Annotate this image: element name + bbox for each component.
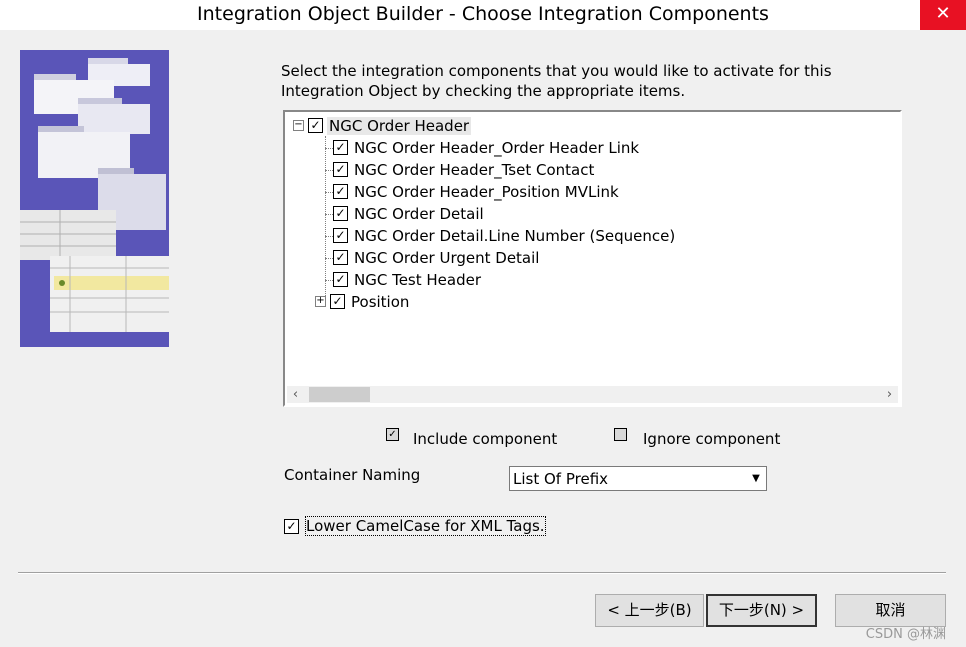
wizard-illustration [20, 50, 169, 347]
tree-node[interactable]: ✓ NGC Order Header_Position MVLink [333, 181, 621, 203]
tree-node-label: NGC Order Urgent Detail [354, 249, 540, 267]
next-button[interactable]: 下一步(N) > [706, 594, 817, 627]
window-title: Integration Object Builder - Choose Inte… [197, 3, 769, 25]
scroll-thumb[interactable] [309, 387, 370, 402]
checkbox[interactable]: ✓ [333, 228, 348, 243]
tree-node[interactable]: ✓ NGC Test Header [333, 269, 483, 291]
tree-node-label: NGC Order Header_Order Header Link [354, 139, 640, 157]
checkbox[interactable]: ✓ [330, 294, 345, 309]
checkbox[interactable]: ✓ [333, 140, 348, 155]
expand-icon[interactable]: + [315, 296, 326, 307]
tree-node-label: NGC Order Header_Position MVLink [354, 183, 619, 201]
tree-node-label: Position [351, 293, 410, 311]
scroll-right-button[interactable]: › [881, 386, 898, 403]
checkbox[interactable]: ✓ [333, 206, 348, 221]
include-legend-label: Include component [413, 430, 558, 448]
close-button[interactable]: ✕ [920, 0, 966, 30]
tree-connector [325, 214, 333, 215]
scroll-left-button[interactable]: ‹ [287, 386, 304, 403]
checkbox[interactable]: ✓ [333, 272, 348, 287]
checkbox[interactable]: ✓ [333, 184, 348, 199]
tree-node[interactable]: + ✓ Position [315, 291, 411, 313]
tree-connector [325, 148, 333, 149]
tree-node-label: NGC Order Detail [354, 205, 484, 223]
checkbox[interactable]: ✓ [333, 250, 348, 265]
collapse-icon[interactable]: − [293, 120, 304, 131]
close-icon: ✕ [935, 3, 951, 24]
camelcase-checkbox[interactable]: ✓ [284, 519, 299, 534]
tree-node[interactable]: ✓ NGC Order Header_Tset Contact [333, 159, 596, 181]
watermark: CSDN @林渊 [865, 627, 946, 642]
tree-node-label: NGC Test Header [354, 271, 482, 289]
tree-connector [325, 236, 333, 237]
camelcase-label[interactable]: Lower CamelCase for XML Tags. [305, 516, 546, 536]
container-naming-select[interactable]: List Of Prefix ▼ [509, 466, 767, 491]
tree-node[interactable]: ✓ NGC Order Detail.Line Number (Sequence) [333, 225, 677, 247]
instructions-text: Select the integration components that y… [281, 62, 832, 100]
tree-node[interactable]: ✓ NGC Order Header_Order Header Link [333, 137, 641, 159]
chevron-right-icon: › [886, 387, 893, 402]
horizontal-scrollbar[interactable]: ‹ › [287, 386, 898, 403]
include-legend-checkbox: ✓ [386, 428, 399, 441]
tree-node-label: NGC Order Header_Tset Contact [354, 161, 595, 179]
folders-illustration [20, 50, 169, 347]
chevron-left-icon: ‹ [292, 387, 299, 402]
chevron-down-icon[interactable]: ▼ [747, 468, 765, 489]
tree-node-label: NGC Order Header [327, 117, 472, 135]
tree-connector [325, 192, 333, 193]
title-bar: Integration Object Builder - Choose Inte… [0, 0, 966, 30]
component-tree[interactable]: − ✓ NGC Order Header ✓ NGC Order Header_Ord… [283, 110, 902, 407]
tree-node[interactable]: ✓ NGC Order Urgent Detail [333, 247, 541, 269]
container-naming-label: Container Naming [284, 466, 421, 484]
tree-node-root[interactable]: − ✓ NGC Order Header [293, 115, 472, 137]
ignore-legend-checkbox [614, 428, 627, 441]
checkbox[interactable]: ✓ [308, 118, 323, 133]
checkbox[interactable]: ✓ [333, 162, 348, 177]
tree-connector [325, 280, 333, 281]
select-value: List Of Prefix [513, 470, 609, 488]
tree-connector [325, 258, 333, 259]
tree-connector [325, 170, 333, 171]
back-button[interactable]: < 上一步(B) [595, 594, 704, 627]
separator [18, 572, 946, 574]
tree-node-label: NGC Order Detail.Line Number (Sequence) [354, 227, 676, 245]
ignore-legend-label: Ignore component [643, 430, 781, 448]
tree-node[interactable]: ✓ NGC Order Detail [333, 203, 486, 225]
tree-connector [325, 136, 326, 302]
